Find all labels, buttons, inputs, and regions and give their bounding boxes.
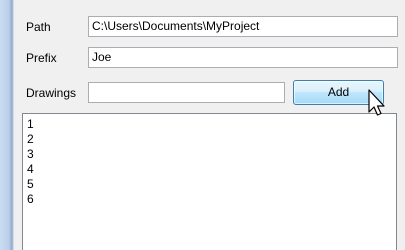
path-input[interactable]: C:\Users\Documents\MyProject xyxy=(88,16,398,37)
list-item[interactable]: 3 xyxy=(27,147,396,162)
drawings-label: Drawings xyxy=(26,86,77,100)
list-item[interactable]: 4 xyxy=(27,162,396,177)
prefix-input[interactable]: Joe xyxy=(88,47,398,68)
list-item[interactable]: 6 xyxy=(27,192,396,207)
list-item[interactable]: 1 xyxy=(27,117,396,132)
prefix-label: Prefix xyxy=(26,51,57,65)
list-item[interactable]: 2 xyxy=(27,132,396,147)
arrow-cursor-icon xyxy=(368,89,385,116)
drawings-input[interactable] xyxy=(88,82,285,103)
settings-panel: Path C:\Users\Documents\MyProject Prefix… xyxy=(14,0,405,250)
drawings-list[interactable]: 1 2 3 4 5 6 xyxy=(22,113,397,250)
list-item[interactable]: 5 xyxy=(27,177,396,192)
path-label: Path xyxy=(26,20,51,34)
window-frame-left xyxy=(0,0,14,250)
